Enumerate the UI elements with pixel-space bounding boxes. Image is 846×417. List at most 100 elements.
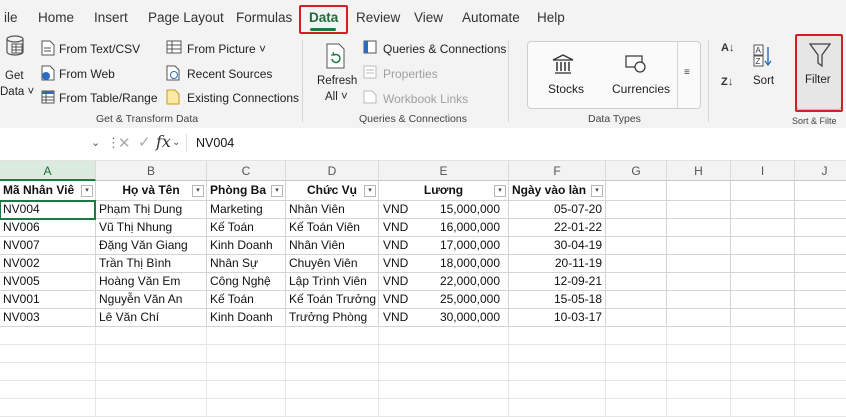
empty-cell[interactable] [606,255,667,273]
column-header-b[interactable]: B [96,161,207,181]
cell-position[interactable]: Nhân Viên [286,237,379,255]
column-header-g[interactable]: G [606,161,667,181]
cell-full-name[interactable]: Phạm Thị Dung [96,201,207,219]
empty-cell[interactable] [795,345,846,363]
cell-full-name[interactable]: Vũ Thị Nhung [96,219,207,237]
column-header-h[interactable]: H [667,161,731,181]
empty-cell[interactable] [286,363,379,381]
cell-position[interactable]: Lập Trình Viên [286,273,379,291]
empty-cell[interactable] [795,219,846,237]
empty-cell[interactable] [731,327,795,345]
empty-cell[interactable] [606,363,667,381]
cell-position[interactable]: Kế Toán Viên [286,219,379,237]
filter-dropdown-icon[interactable]: ▾ [81,185,93,197]
empty-cell[interactable] [606,345,667,363]
cell-start-date[interactable]: 10-03-17 [509,309,606,327]
empty-cell[interactable] [286,381,379,399]
formula-input[interactable]: NV004 [196,136,234,150]
cell-employee-id[interactable]: NV006 [0,219,96,237]
empty-cell[interactable] [207,327,286,345]
empty-cell[interactable] [667,201,731,219]
empty-cell[interactable] [667,291,731,309]
cell-full-name[interactable]: Nguyễn Văn An [96,291,207,309]
empty-cell[interactable] [379,327,509,345]
cell-employee-id[interactable]: NV003 [0,309,96,327]
empty-cell[interactable] [667,273,731,291]
function-dropdown-icon[interactable]: ⌄ [172,137,180,148]
empty-cell[interactable] [667,309,731,327]
cell-department[interactable]: Marketing [207,201,286,219]
empty-cell[interactable] [96,345,207,363]
empty-cell[interactable] [795,381,846,399]
tab-automate[interactable]: Automate [462,10,520,25]
empty-cell[interactable] [96,327,207,345]
empty-cell[interactable] [379,399,509,417]
empty-cell[interactable] [0,399,96,417]
tab-page-layout[interactable]: Page Layout [148,10,224,25]
tab-view[interactable]: View [414,10,443,25]
cell-employee-id[interactable]: NV002 [0,255,96,273]
header-ho-va-ten[interactable]: Họ và Tên [96,181,207,201]
column-header-i[interactable]: I [731,161,795,181]
empty-cell[interactable] [379,363,509,381]
empty-cell[interactable] [286,327,379,345]
cell-department[interactable]: Kinh Doanh [207,309,286,327]
empty-cell[interactable] [795,327,846,345]
filter-dropdown-icon[interactable]: ▾ [271,185,283,197]
column-header-e[interactable]: E [379,161,509,181]
queries-connections-button[interactable]: Queries & Connections [383,42,506,56]
cell-salary[interactable]: VND 22,000,000 [379,273,509,291]
empty-cell[interactable] [731,345,795,363]
from-web-button[interactable]: From Web [59,67,115,81]
cell-salary[interactable]: VND 18,000,000 [379,255,509,273]
empty-cell[interactable] [667,327,731,345]
empty-cell[interactable] [509,363,606,381]
empty-cell[interactable] [667,381,731,399]
cell-employee-id[interactable]: NV005 [0,273,96,291]
empty-cell[interactable] [795,273,846,291]
cell-start-date[interactable]: 20-11-19 [509,255,606,273]
filter-dropdown-icon[interactable]: ▾ [591,185,603,197]
insert-function-icon[interactable]: fx [156,132,171,151]
tab-formulas[interactable]: Formulas [236,10,292,25]
empty-cell[interactable] [509,399,606,417]
tab-home[interactable]: Home [38,10,74,25]
existing-connections-button[interactable]: Existing Connections [187,91,299,105]
data-types-gallery[interactable]: Stocks Currencies ≡ [527,41,701,109]
cell-department[interactable]: Kinh Doanh [207,237,286,255]
column-header-c[interactable]: C [207,161,286,181]
cell-start-date[interactable]: 05-07-20 [509,201,606,219]
cell-start-date[interactable]: 30-04-19 [509,237,606,255]
empty-cell[interactable] [731,399,795,417]
cell-full-name[interactable]: Hoàng Văn Em [96,273,207,291]
cell-salary[interactable]: VND 25,000,000 [379,291,509,309]
empty-cell[interactable] [667,255,731,273]
cell-salary[interactable]: VND 15,000,000 [379,201,509,219]
cell-position[interactable]: Kế Toán Trưởng [286,291,379,309]
tab-insert[interactable]: Insert [94,10,128,25]
empty-cell[interactable] [509,345,606,363]
cell-full-name[interactable]: Đặng Văn Giang [96,237,207,255]
empty-cell[interactable] [509,381,606,399]
column-header-d[interactable]: D [286,161,379,181]
empty-cell[interactable] [509,327,606,345]
cell-employee-id[interactable]: NV004 [0,201,96,219]
cell-employee-id[interactable]: NV001 [0,291,96,309]
empty-cell[interactable] [731,237,795,255]
empty-cell[interactable] [606,381,667,399]
cell-employee-id[interactable]: NV007 [0,237,96,255]
cell-full-name[interactable]: Lê Văn Chí [96,309,207,327]
empty-cell[interactable] [795,201,846,219]
empty-cell[interactable] [731,255,795,273]
empty-cell[interactable] [207,399,286,417]
empty-cell[interactable] [731,273,795,291]
from-picture-button[interactable]: From Picture ˅ [187,42,266,56]
worksheet-grid[interactable]: A B C D E F G H I J Mã Nhân Viê ▾ Họ và Tên ▾ Phòng Ba… [0,161,846,417]
cell-salary[interactable]: VND 17,000,000 [379,237,509,255]
cell-department[interactable]: Nhân Sự [207,255,286,273]
empty-cell[interactable] [795,399,846,417]
cell-position[interactable]: Trưởng Phòng [286,309,379,327]
cell-position[interactable]: Chuyên Viên [286,255,379,273]
empty-cell[interactable] [286,345,379,363]
cell-salary[interactable]: VND 16,000,000 [379,219,509,237]
